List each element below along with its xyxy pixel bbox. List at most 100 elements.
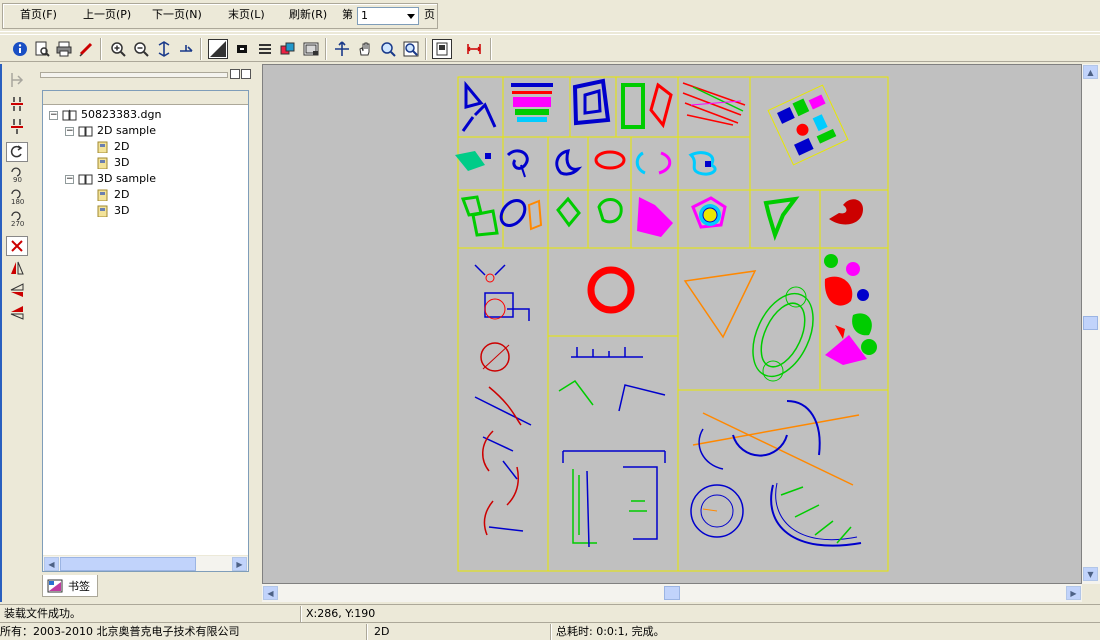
scroll-left-icon[interactable]: ◀ (263, 586, 278, 600)
page-view-icon[interactable] (432, 39, 452, 59)
toolbar-separator (490, 38, 492, 60)
scroll-thumb[interactable] (664, 586, 680, 600)
tree-leaf-label: 3D (114, 156, 130, 169)
collapse-toggle-icon[interactable]: − (65, 174, 74, 184)
tree-node-label: 3D sample (97, 172, 156, 185)
tree-node[interactable]: − 3D sample (65, 171, 156, 187)
red-ring-shape (587, 266, 635, 314)
tree-leaf[interactable]: 2D (95, 187, 129, 203)
status-coords: X:286, Y:190 (306, 607, 376, 620)
fit-icon[interactable] (154, 39, 174, 59)
bookmark-tree: − 50823383.dgn − 2D sample 2D 3D − 3D sa… (42, 90, 249, 572)
tree-leaf-label: 2D (114, 140, 130, 153)
layers-icon[interactable] (255, 39, 275, 59)
zoom-search-icon[interactable] (401, 39, 421, 59)
info-icon[interactable] (10, 39, 30, 59)
rotate-90-icon[interactable]: 90 (6, 164, 28, 184)
3d-cube-icon[interactable] (278, 39, 298, 59)
drawing-left-column (474, 264, 532, 536)
scroll-left-icon[interactable]: ◀ (44, 557, 59, 571)
flip-horizontal-icon[interactable] (6, 116, 28, 136)
horizontal-scrollbar[interactable]: ◀ ▶ (262, 584, 1082, 602)
panel-restore-button[interactable] (230, 69, 240, 79)
tree-leaf[interactable]: 2D (95, 139, 129, 155)
bookmark-tab-icon (47, 579, 63, 592)
vertical-scrollbar[interactable]: ▲ ▼ (1082, 64, 1100, 584)
svg-text:90: 90 (13, 176, 22, 183)
tree-root-label: 50823383.dgn (81, 108, 162, 121)
toolbar-separator (325, 38, 327, 60)
prev-page-menu[interactable]: 上一页(P) (83, 6, 131, 24)
drawing-canvas[interactable] (262, 64, 1082, 584)
view-window-icon[interactable] (301, 39, 321, 59)
status-divider (366, 624, 368, 640)
clear-rotate-icon[interactable] (6, 236, 28, 256)
print-icon[interactable] (54, 39, 74, 59)
rotate-270-icon[interactable]: 270 (6, 208, 28, 228)
collapse-toggle-icon[interactable]: − (49, 110, 58, 120)
mirror-a-icon[interactable] (6, 258, 28, 278)
scroll-thumb[interactable] (1083, 316, 1098, 330)
collapse-toggle-icon[interactable]: − (65, 126, 74, 136)
scroll-right-icon[interactable]: ▶ (232, 557, 247, 571)
page-prefix-label: 第 (342, 8, 353, 21)
scroll-down-icon[interactable]: ▼ (1083, 567, 1098, 581)
flip-vertical-icon[interactable] (6, 94, 28, 114)
status-divider (550, 624, 552, 640)
measure-icon[interactable] (464, 39, 484, 59)
book-icon (78, 125, 93, 137)
zoom-out-icon[interactable] (131, 39, 151, 59)
tree-node[interactable]: − 2D sample (65, 123, 156, 139)
hand-icon[interactable] (355, 39, 375, 59)
first-page-menu[interactable]: 首页(F) (20, 6, 57, 24)
page-suffix-label: 页 (424, 8, 435, 21)
chevron-down-icon[interactable] (404, 8, 418, 24)
tree-leaf-label: 2D (114, 188, 130, 201)
last-page-menu[interactable]: 末页(L) (228, 6, 265, 24)
left-edge-strip (0, 64, 2, 602)
pen-icon[interactable] (76, 39, 96, 59)
refresh-menu[interactable]: 刷新(R) (289, 6, 327, 24)
print-preview-icon[interactable] (32, 39, 52, 59)
pan-arrow-icon[interactable] (176, 39, 196, 59)
scroll-thumb[interactable] (60, 557, 196, 571)
menu-bar: 首页(F) 上一页(P) 下一页(N) 末页(L) 刷新(R) 第 1 页 (0, 0, 1100, 32)
status-bar: 装载文件成功。 X:286, Y:190 (0, 604, 1100, 622)
panel-splitter[interactable] (40, 72, 228, 78)
mode-text: 2D (374, 625, 390, 638)
tree-horizontal-scrollbar[interactable]: ◀ ▶ (43, 555, 248, 571)
page-select-value: 1 (361, 9, 368, 22)
page-select[interactable]: 1 (357, 7, 419, 25)
next-page-menu[interactable]: 下一页(N) (152, 6, 202, 24)
tree-leaf[interactable]: 3D (95, 203, 129, 219)
page-icon (95, 205, 110, 218)
tree-leaf[interactable]: 3D (95, 155, 129, 171)
drawing-row-2 (455, 149, 717, 178)
copyright-text: 所有：2003-2010 北京奥普克电子技术有限公司 (0, 625, 240, 638)
status-message: 装载文件成功。 (4, 607, 81, 620)
svg-text:180: 180 (11, 198, 24, 205)
move-icon[interactable] (332, 39, 352, 59)
tree-root[interactable]: − 50823383.dgn (49, 107, 161, 123)
rotate-tool-icon[interactable] (6, 70, 28, 90)
zoom-window-icon[interactable] (378, 39, 398, 59)
rotate-180-icon[interactable]: 180 (6, 186, 28, 206)
scroll-up-icon[interactable]: ▲ (1083, 65, 1098, 79)
mirror-c-icon[interactable] (6, 302, 28, 322)
drawing-sheet (455, 76, 889, 572)
toolbar (0, 34, 1100, 62)
panel-minimize-button[interactable] (241, 69, 251, 79)
mirror-b-icon[interactable] (6, 280, 28, 300)
drawing-view[interactable]: ▲ ▼ ◀ ▶ (262, 64, 1100, 602)
contrast-icon[interactable] (208, 39, 228, 59)
rotate-undo-icon[interactable] (6, 142, 28, 162)
toolbar-separator (200, 38, 202, 60)
scroll-right-icon[interactable]: ▶ (1066, 586, 1081, 600)
tree-header (43, 91, 248, 105)
page-icon (95, 157, 110, 170)
page-icon (95, 141, 110, 154)
zoom-in-icon[interactable] (108, 39, 128, 59)
bookmark-tab[interactable]: 书签 (42, 575, 98, 597)
black-square-icon[interactable] (232, 39, 252, 59)
drawing-triangle-ellipse (683, 270, 814, 382)
